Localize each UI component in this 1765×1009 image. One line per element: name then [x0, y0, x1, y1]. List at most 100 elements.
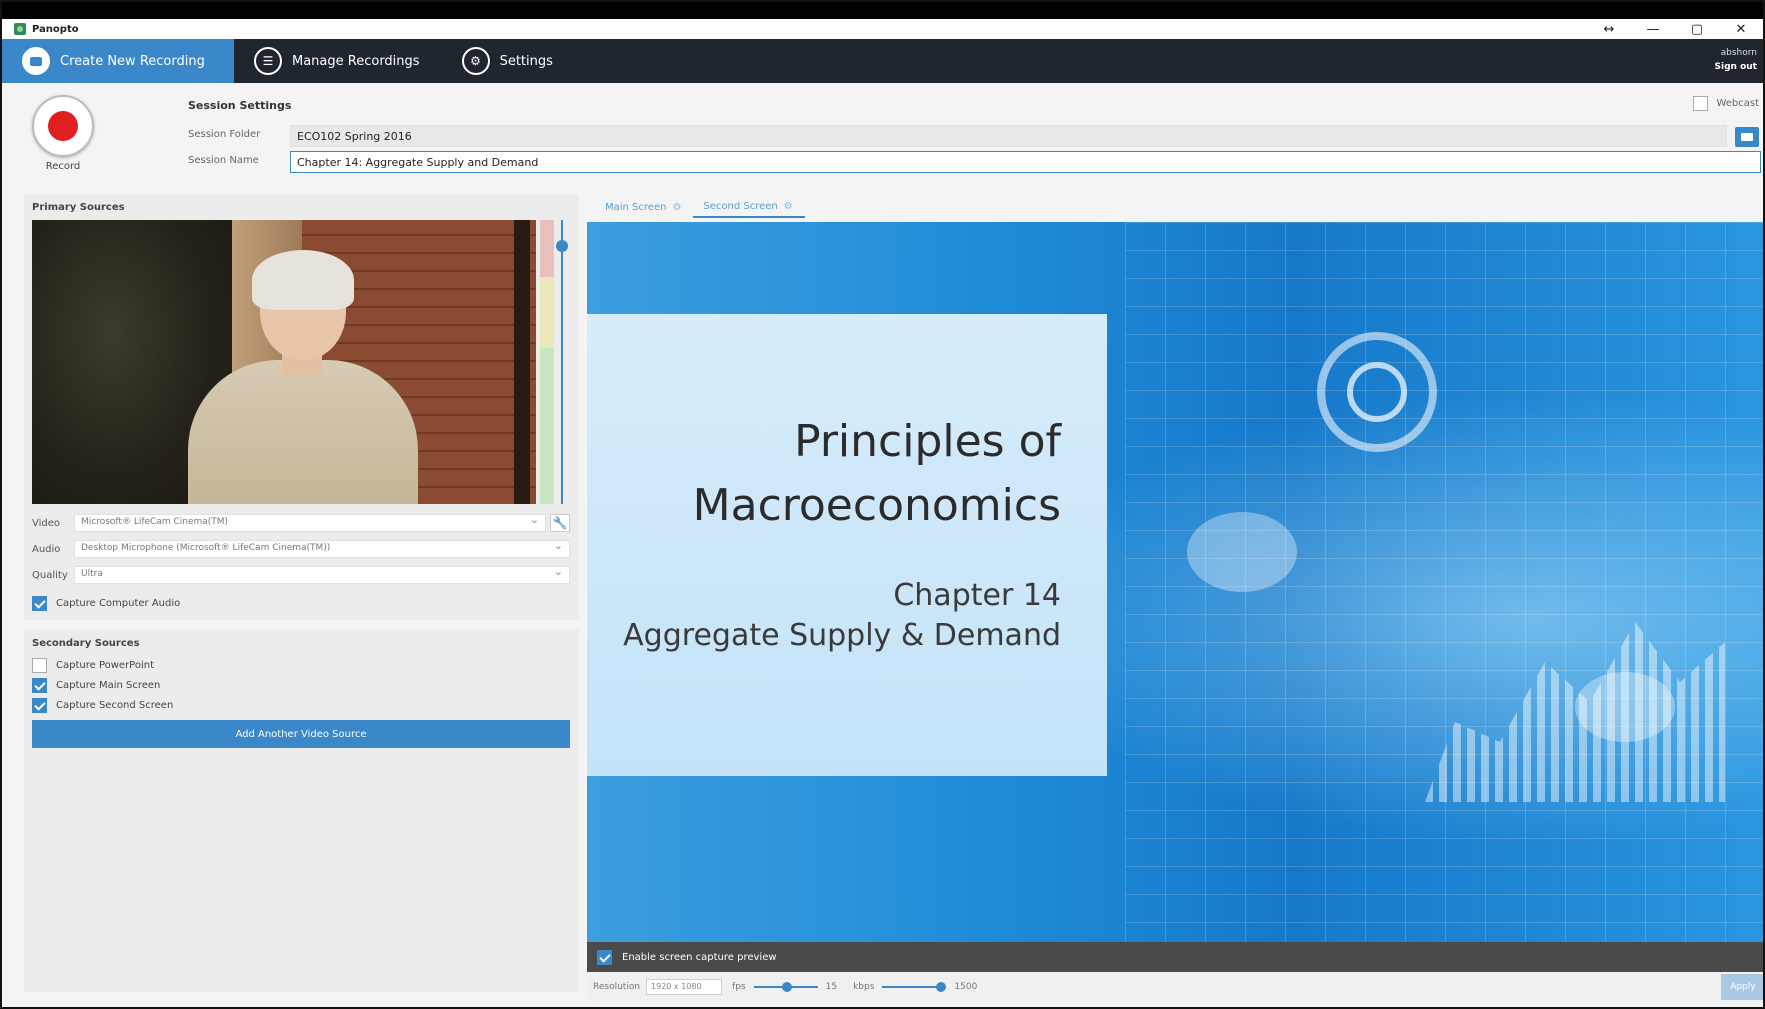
audio-source-row: Audio Desktop Microphone (Microsoft® Lif… [32, 539, 570, 558]
background-pie-2 [1575, 672, 1675, 742]
tab-settings[interactable]: ⚙ Settings [442, 39, 575, 83]
secondary-sources: Secondary Sources Capture PowerPoint Cap… [24, 630, 579, 992]
gear-icon[interactable]: ⚙ [784, 201, 793, 212]
maximize-icon[interactable]: ▢ [1675, 22, 1719, 37]
kbps-label: kbps [853, 982, 875, 992]
restore-icon[interactable]: ↔ [1587, 22, 1631, 37]
webcam-preview [32, 220, 536, 504]
audio-level-meter [540, 220, 554, 504]
primary-sources: Primary Sources Video Microsoft® LifeCam… [24, 194, 579, 620]
session-folder-field[interactable]: ECO102 Spring 2016 [290, 125, 1727, 147]
capture-main-screen-checkbox[interactable] [32, 678, 47, 693]
session-settings: Record Session Settings Session Folder E… [2, 83, 1763, 181]
presenter-hair [252, 250, 354, 310]
tab-label: Settings [499, 53, 553, 69]
capture-second-screen-label: Capture Second Screen [56, 700, 174, 711]
capture-computer-audio-toggle[interactable]: Capture Computer Audio [32, 596, 180, 611]
presenter-body [188, 360, 418, 504]
app-title: Panopto [32, 23, 79, 35]
background-pie [1187, 512, 1297, 592]
capture-second-screen-checkbox[interactable] [32, 698, 47, 713]
top-strip [2, 2, 1763, 19]
screen-capture-preview: Principles of Macroeconomics Chapter 14 … [587, 222, 1763, 942]
audio-label: Audio [32, 543, 61, 555]
capture-second-screen-toggle[interactable]: Capture Second Screen [32, 698, 173, 713]
nav-bar: Create New Recording ☰ Manage Recordings… [2, 39, 1763, 83]
enable-preview-checkbox[interactable] [597, 949, 612, 965]
sign-out-link[interactable]: Sign out [1715, 60, 1757, 74]
video-label: Video [32, 517, 61, 529]
window-controls: ↔ — ▢ ✕ [1587, 19, 1763, 39]
screen-tabs: Main Screen ⚙ Second Screen ⚙ [595, 196, 805, 218]
tab-label: Main Screen [605, 201, 667, 213]
session-name-field[interactable]: Chapter 14: Aggregate Supply and Demand [290, 151, 1761, 173]
list-icon: ☰ [254, 47, 282, 75]
volume-slider-knob[interactable] [556, 240, 568, 252]
resolution-select[interactable]: 1920 x 1080 [646, 979, 723, 995]
webcast-checkbox[interactable] [1693, 96, 1709, 111]
kbps-slider-knob[interactable] [936, 982, 947, 992]
record-label: Record [45, 161, 81, 172]
tab-main-screen[interactable]: Main Screen ⚙ [595, 196, 693, 218]
panopto-window: Panopto ↔ — ▢ ✕ Create New Recording ☰ M… [0, 0, 1765, 1009]
video-source-select[interactable]: Microsoft® LifeCam Cinema(TM) [74, 513, 546, 532]
minimize-icon[interactable]: — [1631, 22, 1675, 37]
camera-icon [22, 47, 50, 75]
screen-preview-panel: Main Screen ⚙ Second Screen ⚙ Principles… [585, 192, 1763, 1007]
slide-subtitle-line-2: Aggregate Supply & Demand [623, 618, 1061, 653]
fps-value: 15 [825, 982, 838, 992]
fps-slider-knob[interactable] [781, 982, 792, 992]
capture-main-screen-toggle[interactable]: Capture Main Screen [32, 678, 160, 693]
folder-icon[interactable] [1735, 127, 1759, 147]
capture-powerpoint-checkbox[interactable] [32, 658, 47, 673]
fps-slider[interactable] [753, 981, 818, 993]
tab-label: Second Screen [703, 200, 778, 212]
wrench-icon[interactable]: 🔧 [550, 514, 570, 532]
enable-preview-toggle[interactable]: Enable screen capture preview [587, 942, 1763, 972]
capture-powerpoint-label: Capture PowerPoint [56, 660, 155, 671]
record-button[interactable] [32, 95, 94, 157]
record-icon [48, 111, 78, 141]
capture-main-screen-label: Capture Main Screen [56, 680, 161, 691]
secondary-sources-title: Secondary Sources [32, 638, 140, 649]
tab-manage-recordings[interactable]: ☰ Manage Recordings [234, 39, 442, 83]
volume-slider-track[interactable] [561, 220, 563, 504]
capture-computer-audio-checkbox[interactable] [32, 596, 47, 611]
door-frame [514, 220, 530, 504]
audio-source-select[interactable]: Desktop Microphone (Microsoft® LifeCam C… [74, 539, 570, 558]
session-name-label: Session Name [188, 155, 259, 166]
webcast-label: Webcast [1716, 98, 1759, 109]
quality-label: Quality [32, 569, 68, 581]
slide-title-line-1: Principles of [794, 416, 1061, 467]
quality-row: Quality Ultra [32, 565, 570, 584]
tab-label: Create New Recording [60, 53, 205, 69]
sources-panel: Primary Sources Video Microsoft® LifeCam… [24, 194, 579, 992]
quality-select[interactable]: Ultra [74, 565, 570, 584]
add-video-source-button[interactable]: Add Another Video Source [32, 720, 570, 748]
capture-powerpoint-toggle[interactable]: Capture PowerPoint [32, 658, 154, 673]
slide-subtitle: Chapter 14 Aggregate Supply & Demand [623, 576, 1061, 656]
gear-icon: ⚙ [461, 47, 490, 75]
capture-computer-audio-label: Capture Computer Audio [56, 598, 181, 609]
tab-create-new-recording[interactable]: Create New Recording [2, 39, 234, 83]
gear-icon[interactable]: ⚙ [672, 202, 681, 213]
session-settings-title: Session Settings [188, 99, 292, 112]
primary-sources-title: Primary Sources [32, 202, 125, 213]
kbps-value: 1500 [954, 982, 978, 992]
enable-preview-label: Enable screen capture preview [622, 951, 777, 963]
kbps-slider[interactable] [882, 981, 947, 993]
panopto-logo-icon [14, 23, 26, 35]
resolution-label: Resolution [593, 982, 641, 992]
close-icon[interactable]: ✕ [1719, 22, 1763, 37]
tab-second-screen[interactable]: Second Screen ⚙ [693, 196, 805, 218]
slide-title-panel: Principles of Macroeconomics Chapter 14 … [587, 314, 1107, 776]
video-source-row: Video Microsoft® LifeCam Cinema(TM) 🔧 [32, 513, 570, 532]
webcast-toggle[interactable]: Webcast [1693, 96, 1759, 111]
user-area: abshorn Sign out [1715, 46, 1757, 74]
capture-settings-bar: Resolution 1920 x 1080 fps 15 kbps 1500 … [587, 972, 1763, 1002]
background-ring-inner [1347, 362, 1407, 422]
fps-label: fps [732, 982, 746, 992]
apply-button[interactable]: Apply [1721, 974, 1763, 1000]
slide-subtitle-line-1: Chapter 14 [893, 578, 1061, 613]
tab-label: Manage Recordings [292, 53, 420, 69]
